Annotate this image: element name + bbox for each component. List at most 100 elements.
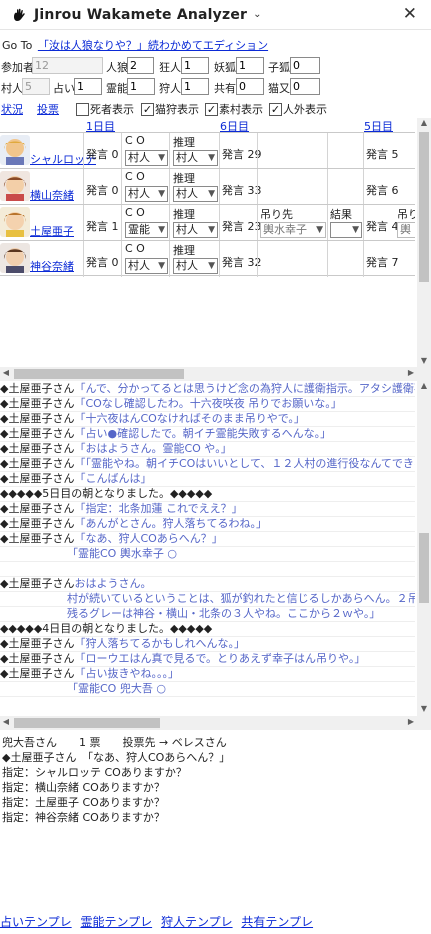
result-cell: 結果 ▼ [327, 205, 363, 241]
medium-input[interactable] [127, 78, 155, 95]
log-text: おはようさん。 [74, 577, 152, 590]
hang-cell [257, 133, 327, 169]
reason-select[interactable]: 村人 ▼ [173, 186, 218, 202]
log-line: ◆土屋亜子さん「COなし確認したわ。十六夜咲夜 吊りでお願いな。」 [0, 396, 415, 412]
log-text: 「霊能CO 兜大吾 ○ [67, 682, 166, 695]
scrollbar-thumb[interactable] [14, 718, 160, 728]
status-link[interactable]: 状況 [1, 101, 23, 117]
reason-value: 村人 [176, 223, 198, 236]
goto-link[interactable]: 「汝は人狼なりや？」続わかめてエディション [38, 39, 268, 52]
reason-select[interactable]: 村人 ▼ [173, 222, 218, 238]
fox-input[interactable] [236, 57, 264, 74]
cat-input[interactable] [290, 78, 320, 95]
log-line: ◆土屋亜子さん「指定：北条加蓮 これでええ？」 [0, 501, 415, 517]
result-cell [327, 241, 363, 277]
log-speaker: ◆土屋亜子さん [0, 502, 75, 515]
sharer-input[interactable] [236, 78, 264, 95]
log-system-message: ◆◆◆◆◆5日目の朝となりました。◆◆◆◆◆ [0, 487, 213, 500]
scroll-right-icon[interactable]: ▶ [405, 717, 417, 726]
speech-count: 発言 1 [86, 220, 119, 233]
day6-speech: 発言 29 [222, 148, 262, 161]
speech-count: 発言 0 [86, 256, 119, 269]
reason-select[interactable]: 村人 ▼ [173, 150, 218, 166]
checkbox-nonhuman[interactable]: ✓ [269, 102, 282, 116]
reason-label: 推理 [173, 244, 195, 257]
toggle-plain-villager-label: 素村表示 [219, 103, 263, 116]
reason-cell: 推理 村人 ▼ [169, 241, 219, 277]
villager-input[interactable] [22, 78, 50, 95]
scrollbar-thumb[interactable] [419, 132, 429, 282]
log-speaker: ◆土屋亜子さん [0, 517, 75, 530]
co-label: C O [125, 134, 145, 147]
chevron-down-icon: ▼ [158, 261, 165, 271]
hunter-input[interactable] [181, 78, 209, 95]
scroll-right-icon[interactable]: ▶ [405, 368, 417, 377]
toggle-cat-hunter[interactable]: ✓ 猫狩表示 [141, 101, 199, 117]
scroll-left-icon[interactable]: ◀ [0, 368, 12, 377]
scroll-left-icon[interactable]: ◀ [0, 717, 12, 726]
log-speaker: ◆土屋亜子さん [0, 577, 75, 590]
toggle-dead[interactable]: 死者表示 [76, 101, 134, 117]
toggle-nonhuman[interactable]: ✓ 人外表示 [269, 101, 327, 117]
result-cell [327, 169, 363, 205]
scroll-down-icon[interactable]: ▼ [417, 704, 431, 716]
co-select[interactable]: 村人 ▼ [125, 150, 168, 166]
vote-link[interactable]: 投票 [37, 101, 59, 117]
co-select[interactable]: 村人 ▼ [125, 258, 168, 274]
reason-cell: 推理 村人 ▼ [169, 133, 219, 169]
seer-input[interactable] [74, 78, 102, 95]
log-line: ◆◆◆◆◆4日目の朝となりました。◆◆◆◆◆ [0, 621, 415, 637]
chevron-down-icon: ▼ [158, 225, 165, 235]
log-text: 「あんがとさん。狩人落ちてるわね。」 [74, 517, 267, 530]
toggle-plain-villager[interactable]: ✓ 素村表示 [205, 101, 263, 117]
wolf-input[interactable] [127, 57, 154, 74]
fox-child-input[interactable] [290, 57, 320, 74]
log-line: ◆土屋亜子さん「占い●確認したで。朝イチ霊能失敗するへんな。」 [0, 426, 415, 442]
medium-template-link[interactable]: 霊能テンプレ [80, 915, 152, 929]
checkbox-dead[interactable] [76, 102, 89, 116]
madman-input[interactable] [181, 57, 209, 74]
log-horizontal-scrollbar[interactable]: ◀ ▶ [0, 716, 431, 730]
hunter-template-link[interactable]: 狩人テンプレ [161, 915, 233, 929]
log-line [0, 561, 415, 577]
player-name[interactable]: 神谷奈緒 [30, 258, 74, 274]
participants-input[interactable] [32, 57, 103, 74]
result-select[interactable]: ▼ [330, 222, 362, 238]
day5-speech-cell: 発言 4 吊り 輿 [363, 205, 415, 241]
player-row: 横山奈緒 発言 0 C O 村人 ▼ 推理 村人 ▼ 発言 33 発言 6 [0, 168, 415, 205]
co-cell: C O 霊能 ▼ [121, 205, 169, 241]
checkbox-cat-hunter[interactable]: ✓ [141, 102, 154, 116]
player-name[interactable]: 横山奈緒 [30, 187, 74, 203]
reason-select[interactable]: 村人 ▼ [173, 258, 218, 274]
day6-speech-cell: 発言 32 [219, 241, 262, 277]
scrollbar-thumb[interactable] [419, 533, 429, 603]
seer-template-link[interactable]: 占いテンプレ [0, 915, 72, 929]
hang-select[interactable]: 輿水幸子 ▼ [260, 222, 326, 238]
fox-label: 妖狐 [214, 61, 236, 74]
hang-select-truncated[interactable]: 輿 [397, 222, 415, 238]
log-line: 村が続いているということは、狐が釣れたと信じるしかあらへん。２吊り２ｗ、気合入 [0, 591, 415, 607]
grid-vertical-scrollbar[interactable]: ▲ ▼ [417, 118, 431, 368]
sharer-template-link[interactable]: 共有テンプレ [241, 915, 313, 929]
scroll-up-icon[interactable]: ▲ [417, 118, 431, 130]
log-line: 「霊能CO 兜大吾 ○ [0, 681, 415, 697]
hang-value: 輿水幸子 [263, 223, 307, 236]
checkbox-plain-villager[interactable]: ✓ [205, 102, 218, 116]
co-select[interactable]: 村人 ▼ [125, 186, 168, 202]
player-row: 土屋亜子 発言 1 C O 霊能 ▼ 推理 村人 ▼ 発言 23 吊り先 輿水幸子 ▼… [0, 204, 415, 241]
grid-horizontal-scrollbar[interactable]: ◀ ▶ [0, 367, 431, 381]
log-vertical-scrollbar[interactable]: ▲ ▼ [417, 381, 431, 716]
chevron-down-icon[interactable]: ⌄ [253, 9, 261, 20]
scrollbar-thumb[interactable] [14, 369, 184, 379]
log-text: 村が続いているということは、狐が釣れたと信じるしかあらへん。２吊り２ｗ、気合入 [67, 592, 415, 605]
close-icon[interactable]: ✕ [403, 4, 417, 24]
log-speaker: ◆土屋亜子さん [0, 382, 75, 395]
log-line: ◆土屋亜子さん「あんがとさん。狩人落ちてるわね。」 [0, 516, 415, 532]
co-select[interactable]: 霊能 ▼ [125, 222, 168, 238]
log-line: ◆◆◆◆◆5日目の朝となりました。◆◆◆◆◆ [0, 486, 415, 502]
scroll-up-icon[interactable]: ▲ [417, 381, 431, 393]
player-name[interactable]: 土屋亜子 [30, 223, 74, 239]
log-line: ◆土屋亜子さん「狩人落ちてるかもしれへんな。」 [0, 636, 415, 652]
template-links: 占いテンプレ 霊能テンプレ 狩人テンプレ 共有テンプレ [0, 913, 318, 930]
medium-label: 霊能 [106, 82, 128, 95]
